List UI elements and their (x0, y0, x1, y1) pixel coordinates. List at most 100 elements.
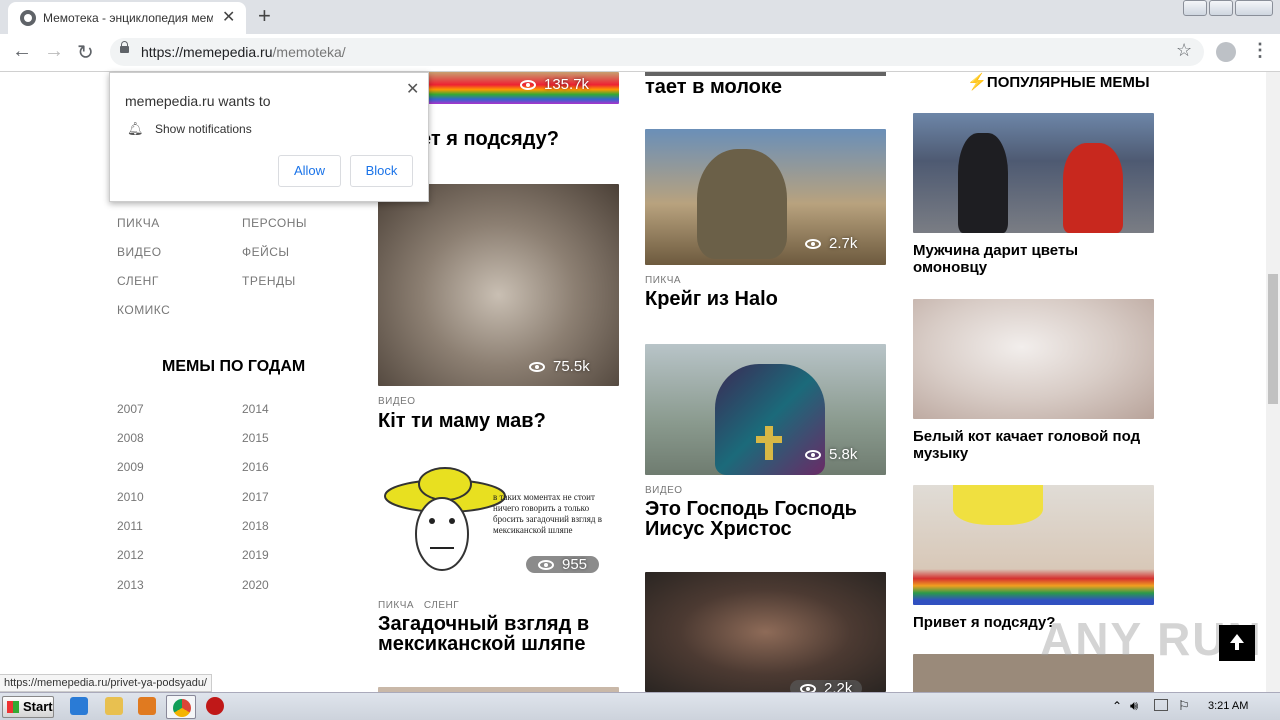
meme-title[interactable]: Это Господь Господь Иисус Христос (645, 499, 886, 539)
year-link[interactable]: 2011 (117, 519, 143, 533)
year-link[interactable]: 2012 (117, 548, 144, 562)
meme-thumbnail[interactable]: 2.2k (645, 572, 886, 692)
lightning-icon: ⚡ (967, 74, 987, 91)
close-tab-icon[interactable]: ✕ (222, 7, 235, 27)
popup-message: Show notifications (155, 122, 252, 136)
nav-link-picha[interactable]: ПИКЧА (117, 216, 160, 230)
year-link[interactable]: 2013 (117, 578, 144, 592)
year-link[interactable]: 2008 (117, 431, 144, 445)
start-button[interactable]: Start (2, 696, 54, 718)
popular-thumbnail[interactable] (913, 113, 1154, 233)
meme-image-caption: в таких моментах не стоит ничего говорит… (493, 492, 602, 535)
year-link[interactable]: 2017 (242, 490, 269, 504)
year-link[interactable]: 2009 (117, 460, 144, 474)
view-count: 955 (526, 556, 600, 573)
antivirus-icon[interactable] (206, 697, 224, 715)
view-count: 135.7k (520, 76, 589, 93)
view-count: 75.5k (529, 358, 590, 375)
year-link[interactable]: 2007 (117, 402, 144, 416)
profile-avatar-icon[interactable] (1216, 42, 1236, 62)
browser-tab[interactable]: Мемотека - энциклопедия мемов ✕ (8, 2, 246, 34)
year-link[interactable]: 2018 (242, 519, 269, 533)
popular-thumbnail[interactable] (913, 299, 1154, 419)
lock-icon (120, 41, 129, 53)
meme-title[interactable]: Кіт ти маму мав? (378, 411, 619, 431)
block-button[interactable]: Block (350, 155, 413, 187)
popup-close-icon[interactable]: ✕ (406, 79, 419, 99)
network-icon[interactable] (1154, 699, 1168, 711)
clock: 3:21 AM (1208, 700, 1249, 712)
meme-title[interactable]: ет я подсяду? (420, 129, 559, 149)
url-text: https://memepedia.ru/memoteka/ (141, 44, 346, 60)
meme-category[interactable]: ПИКЧА СЛЕНГ (378, 600, 459, 611)
view-count: 2.2k (790, 680, 863, 692)
ie-icon[interactable] (70, 697, 88, 715)
eye-icon (520, 80, 536, 91)
chrome-taskbar-button[interactable] (166, 695, 196, 719)
meme-title[interactable]: тает в молоке (645, 77, 782, 97)
popular-heading: ⚡ПОПУЛЯРНЫЕ МЕМЫ (967, 74, 1150, 91)
meme-title[interactable]: Крейг из Halo (645, 289, 886, 309)
meme-thumbnail[interactable]: 75.5k (378, 184, 619, 386)
address-bar[interactable]: https://memepedia.ru/memoteka/ ☆ (110, 38, 1204, 66)
nav-link-persony[interactable]: ПЕРСОНЫ (242, 216, 307, 230)
media-player-icon[interactable] (138, 697, 156, 715)
yellow-hair (953, 485, 1043, 525)
cross-icon (765, 426, 773, 460)
year-link[interactable]: 2020 (242, 578, 269, 592)
popup-title: memepedia.ru wants to (125, 93, 271, 109)
maximize-button[interactable] (1209, 0, 1233, 16)
year-link[interactable]: 2019 (242, 548, 269, 562)
nav-link-video[interactable]: ВИДЕО (117, 245, 162, 259)
meme-category[interactable]: ВИДЕО (378, 396, 416, 407)
browser-toolbar: ← → ↻ https://memepedia.ru/memoteka/ ☆ ⋮ (0, 34, 1280, 72)
nav-link-trendy[interactable]: ТРЕНДЫ (242, 274, 296, 288)
scrollbar-thumb[interactable] (1268, 274, 1278, 404)
notification-permission-popup: memepedia.ru wants to ✕ 🔔︎ Show notifica… (109, 72, 429, 202)
close-window-button[interactable] (1235, 0, 1273, 16)
view-count: 2.7k (805, 235, 857, 252)
menu-kebab-icon[interactable]: ⋮ (1251, 40, 1269, 61)
year-link[interactable]: 2014 (242, 402, 269, 416)
tray-arrow-icon[interactable]: ⌃ (1112, 699, 1122, 713)
eye-icon (805, 239, 821, 250)
allow-button[interactable]: Allow (278, 155, 341, 187)
bell-icon: 🔔︎ (127, 121, 144, 136)
flag-icon[interactable]: ⚐ (1178, 698, 1190, 714)
tab-title: Мемотека - энциклопедия мемов (43, 11, 213, 25)
popular-thumbnail[interactable] (913, 485, 1154, 605)
meme-thumbnail[interactable]: в таких моментах не стоит ничего говорит… (378, 462, 619, 582)
popular-title[interactable]: Белый кот качает головой под музыку (913, 428, 1154, 462)
chrome-icon (173, 699, 191, 717)
meme-category[interactable]: ВИДЕО (645, 485, 683, 496)
minimize-button[interactable] (1183, 0, 1207, 16)
craig-figure (697, 149, 787, 259)
new-tab-icon[interactable]: + (258, 3, 271, 29)
windows-taskbar: Start ⌃ 🔊︎ ⚐ 3:21 AM (0, 692, 1280, 720)
year-link[interactable]: 2015 (242, 431, 269, 445)
officer-figure (958, 133, 1008, 233)
volume-icon[interactable]: 🔊︎ (1130, 698, 1138, 714)
view-count: 5.8k (805, 446, 857, 463)
tab-strip: Мемотека - энциклопедия мемов ✕ + (0, 0, 1280, 34)
nav-link-sleng[interactable]: СЛЕНГ (117, 274, 159, 288)
bookmark-star-icon[interactable]: ☆ (1176, 40, 1192, 61)
popular-title[interactable]: Мужчина дарит цветы омоновцу (913, 242, 1154, 276)
reload-icon[interactable]: ↻ (77, 40, 94, 65)
meme-category[interactable]: ПИКЧА (645, 275, 681, 286)
status-bar-url: https://memepedia.ru/privet-ya-podsyadu/ (0, 674, 212, 692)
meme-thumbnail[interactable]: 2.7k (645, 129, 886, 265)
year-link[interactable]: 2016 (242, 460, 269, 474)
year-link[interactable]: 2010 (117, 490, 144, 504)
scroll-to-top-button[interactable] (1219, 625, 1255, 661)
meme-title[interactable]: Загадочный взгляд в мексиканской шляпе (378, 614, 619, 654)
years-heading: МЕМЫ ПО ГОДАМ (162, 358, 306, 375)
globe-icon (20, 10, 36, 26)
nav-link-feisy[interactable]: ФЕЙСЫ (242, 245, 290, 259)
nav-link-komiks[interactable]: КОМИКС (117, 303, 170, 317)
meme-thumbnail[interactable]: 5.8k (645, 344, 886, 475)
back-arrow-icon[interactable]: ← (12, 40, 32, 63)
forward-arrow-icon[interactable]: → (44, 40, 64, 63)
folder-icon[interactable] (105, 697, 123, 715)
page-scrollbar[interactable] (1266, 72, 1280, 692)
